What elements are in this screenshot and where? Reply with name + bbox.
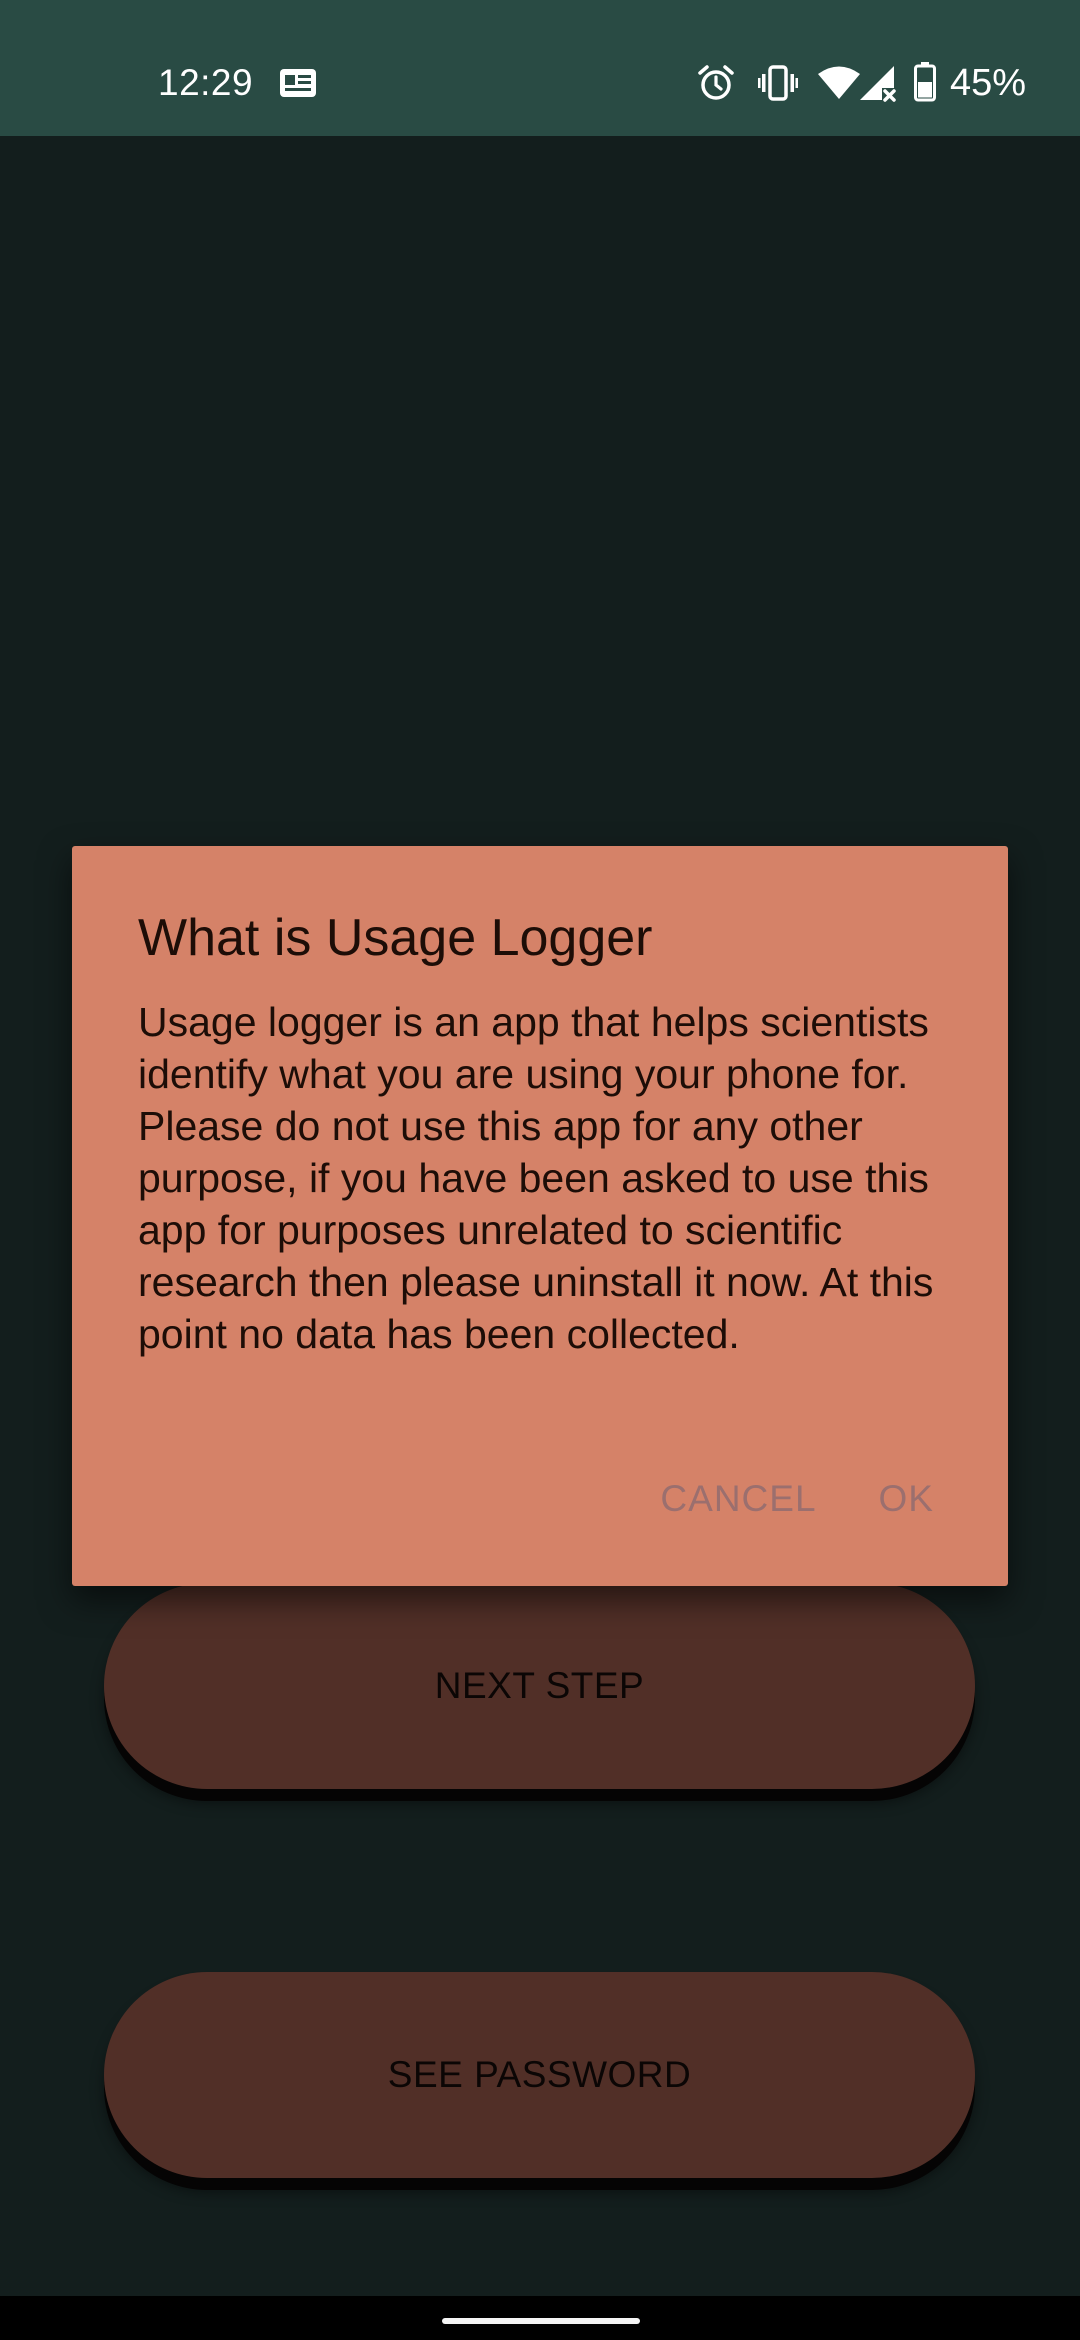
battery-icon — [914, 62, 936, 102]
status-bar: 12:29 45% — [0, 0, 1080, 136]
dialog-message: Usage logger is an app that helps scient… — [138, 999, 934, 1357]
home-gesture-handle[interactable] — [442, 2318, 640, 2324]
cancel-button[interactable]: CANCEL — [640, 1454, 836, 1544]
news-icon — [280, 69, 316, 97]
dialog-actions: CANCEL OK — [640, 1446, 954, 1552]
battery-percentage: 45% — [950, 62, 1027, 104]
ok-button[interactable]: OK — [859, 1454, 954, 1544]
see-password-button[interactable]: SEE PASSWORD — [104, 1972, 975, 2178]
wifi-icon — [818, 66, 860, 99]
vibrate-icon — [758, 65, 798, 101]
status-time: 12:29 — [158, 62, 254, 103]
cellular-no-service-icon — [860, 66, 896, 102]
next-step-button[interactable]: NEXT STEP — [104, 1583, 975, 1789]
dialog-title: What is Usage Logger — [138, 909, 653, 967]
alarm-icon — [698, 65, 734, 100]
info-dialog: What is Usage Logger Usage logger is an … — [72, 846, 1008, 1586]
